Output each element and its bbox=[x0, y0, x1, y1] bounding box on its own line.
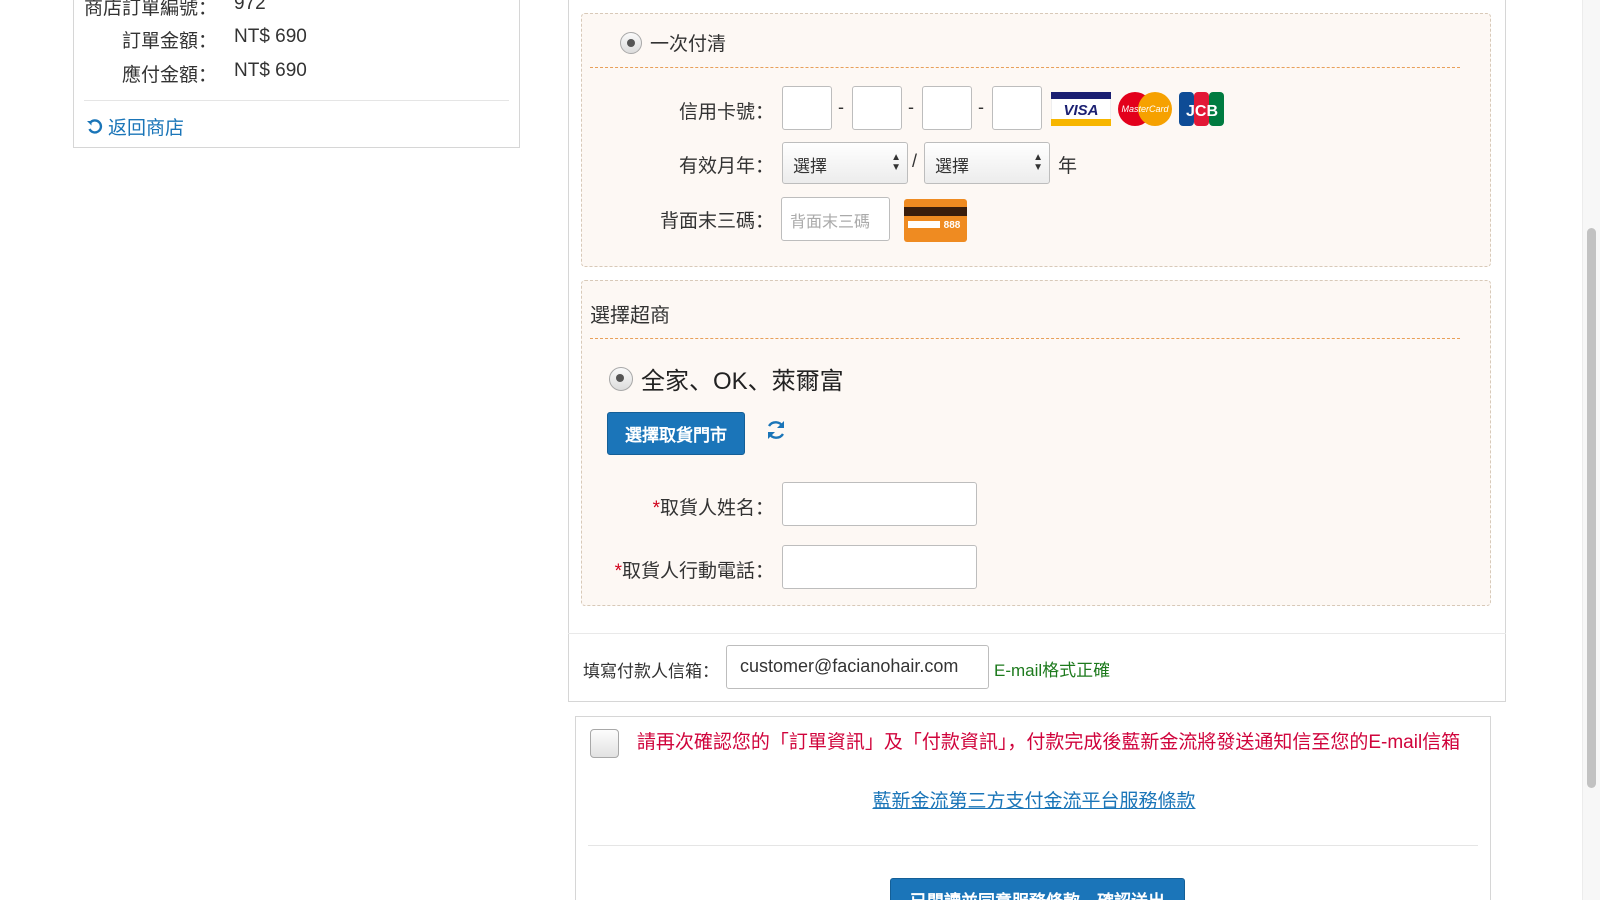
cvc-placeholder: 背面末三碼 bbox=[790, 214, 871, 231]
undo-icon bbox=[87, 118, 103, 134]
order-amount-value: NT$ 690 bbox=[234, 26, 307, 47]
jcb-logo-icon: JCB bbox=[1179, 92, 1224, 126]
confirm-submit-button[interactable]: 已閱讀並同意服務條款，確認送出 bbox=[890, 878, 1185, 900]
receiver-phone-label: *取貨人行動電話： bbox=[582, 556, 774, 583]
expiry-year-select[interactable]: 選擇 ▲ ▼ bbox=[924, 142, 1050, 184]
email-valid-status: E-mail格式正確 bbox=[994, 661, 1111, 680]
required-mark: * bbox=[614, 561, 622, 582]
payer-email-value: customer@facianohair.com bbox=[740, 656, 959, 676]
card-number-label: 信用卡號： bbox=[678, 102, 774, 123]
receiver-name-label: *取貨人姓名： bbox=[582, 493, 774, 520]
expiry-month-select[interactable]: 選擇 ▲ ▼ bbox=[782, 142, 908, 184]
refresh-icon[interactable] bbox=[765, 419, 787, 441]
expiry-month-value: 選擇 bbox=[793, 157, 827, 176]
order-number-label: 商店訂單編號： bbox=[83, 0, 217, 19]
card-dash-2: - bbox=[908, 97, 914, 117]
store-chain-radio[interactable] bbox=[609, 366, 633, 391]
expiry-year-value: 選擇 bbox=[935, 157, 969, 176]
required-mark: * bbox=[652, 498, 660, 519]
confirmation-section: 請再次確認您的「訂單資訊」及「付款資訊」，付款完成後藍新金流將發送通知信至您的E… bbox=[575, 716, 1491, 900]
select-arrows-icon: ▲ ▼ bbox=[1033, 152, 1043, 173]
store-chain-option[interactable]: 全家、OK、萊爾富 bbox=[609, 361, 844, 396]
cvc-input[interactable]: 背面末三碼 bbox=[781, 197, 890, 241]
confirmation-message: 請再次確認您的「訂單資訊」及「付款資訊」，付款完成後藍新金流將發送通知信至您的E… bbox=[636, 732, 1461, 753]
store-section-divider bbox=[590, 338, 1460, 339]
section-divider bbox=[590, 67, 1460, 68]
visa-logo-text: VISA bbox=[1063, 102, 1098, 119]
select-arrows-icon: ▲ ▼ bbox=[891, 152, 901, 173]
select-pickup-store-button[interactable]: 選擇取貨門市 bbox=[607, 412, 745, 455]
mastercard-logo-text: MasterCard bbox=[1121, 104, 1169, 114]
payable-amount-label: 應付金額： bbox=[121, 65, 217, 86]
card-dash-3: - bbox=[978, 97, 984, 117]
cvc-label: 背面末三碼： bbox=[659, 211, 774, 232]
card-number-input-1[interactable] bbox=[782, 86, 832, 130]
receiver-phone-label-text: 取貨人行動電話： bbox=[621, 561, 774, 582]
order-number-value: 972 bbox=[234, 0, 266, 14]
confirm-submit-label: 已閱讀並同意服務條款，確認送出 bbox=[910, 887, 1165, 900]
store-heading: 選擇超商 bbox=[590, 305, 670, 327]
expiry-label: 有效月年： bbox=[678, 156, 774, 177]
page-scrollbar[interactable] bbox=[1582, 0, 1600, 900]
payable-amount-value: NT$ 690 bbox=[234, 60, 307, 81]
service-terms-link[interactable]: 藍新金流第三方支付金流平台服務條款 bbox=[576, 786, 1492, 813]
order-amount-label: 訂單金額： bbox=[121, 31, 217, 52]
back-to-store-link[interactable]: 返回商店 bbox=[86, 113, 184, 140]
pay-in-full-option[interactable]: 一次付清 bbox=[620, 29, 726, 56]
agree-terms-checkbox[interactable] bbox=[590, 729, 619, 758]
confirmation-divider bbox=[588, 845, 1478, 846]
scrollbar-thumb[interactable] bbox=[1587, 228, 1596, 788]
receiver-phone-input[interactable] bbox=[782, 545, 977, 589]
card-number-input-2[interactable] bbox=[852, 86, 902, 130]
select-pickup-store-label: 選擇取貨門市 bbox=[625, 426, 727, 445]
expiry-year-suffix: 年 bbox=[1058, 156, 1078, 177]
jcb-logo-text: JCB bbox=[1186, 103, 1218, 120]
store-chain-label: 全家、OK、萊爾富 bbox=[641, 368, 844, 395]
card-back-cvc-icon: 888 bbox=[904, 199, 967, 242]
email-row-divider bbox=[568, 633, 1506, 634]
summary-divider bbox=[84, 100, 509, 101]
pay-in-full-label: 一次付清 bbox=[650, 34, 727, 55]
card-number-input-4[interactable] bbox=[992, 86, 1042, 130]
mastercard-logo-icon: MasterCard bbox=[1118, 92, 1172, 126]
card-back-cvc-text: 888 bbox=[944, 220, 961, 231]
back-to-store-label: 返回商店 bbox=[108, 118, 185, 139]
order-summary-panel: 商店訂單編號： 972 訂單金額： NT$ 690 應付金額： NT$ 690 … bbox=[73, 0, 520, 148]
card-dash-1: - bbox=[838, 97, 844, 117]
card-number-input-3[interactable] bbox=[922, 86, 972, 130]
payer-email-input[interactable]: customer@facianohair.com bbox=[726, 645, 989, 689]
convenience-store-section: 選擇超商 全家、OK、萊爾富 選擇取貨門市 *取貨人姓名： *取貨人行動電話： bbox=[581, 280, 1491, 606]
receiver-name-label-text: 取貨人姓名： bbox=[659, 498, 774, 519]
receiver-name-input[interactable] bbox=[782, 482, 977, 526]
expiry-separator: / bbox=[912, 151, 918, 171]
pay-in-full-radio[interactable] bbox=[620, 31, 642, 54]
payer-email-label: 填寫付款人信箱： bbox=[583, 662, 719, 681]
credit-card-section: 一次付清 信用卡號： - - - VISA MasterCard JCB 有效月… bbox=[581, 13, 1491, 267]
visa-logo-icon: VISA bbox=[1051, 92, 1111, 126]
